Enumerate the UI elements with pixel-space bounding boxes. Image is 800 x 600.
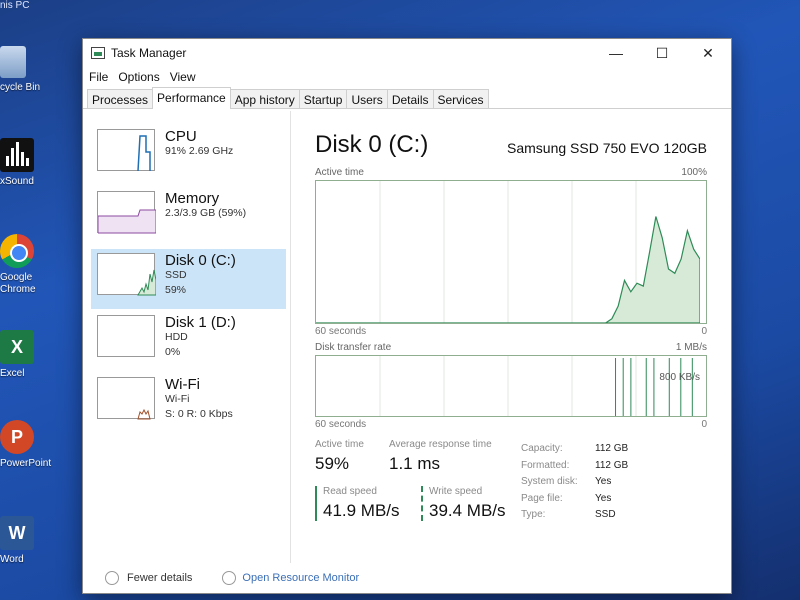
minimize-button[interactable]: — bbox=[593, 39, 639, 67]
transfer-rate-mid-label: 800 KB/s bbox=[659, 372, 700, 383]
desktop-pc-label: nis PC bbox=[0, 0, 30, 11]
menu-view[interactable]: View bbox=[170, 70, 196, 84]
desktop-icon-powerpoint[interactable]: P PowerPoint bbox=[0, 420, 60, 469]
window-title: Task Manager bbox=[111, 46, 187, 60]
resource-item-wifi[interactable]: Wi-Fi Wi-Fi S: 0 R: 0 Kbps bbox=[91, 373, 286, 433]
footer-bar: Fewer details Open Resource Monitor bbox=[83, 563, 731, 593]
maximize-button[interactable]: ☐ bbox=[639, 39, 685, 67]
transfer-rate-chart bbox=[379, 356, 693, 416]
powerpoint-icon: P bbox=[0, 420, 34, 454]
network-graph-icon bbox=[97, 377, 155, 420]
tab-strip: Processes Performance App history Startu… bbox=[83, 87, 731, 109]
memory-graph-icon bbox=[97, 191, 156, 234]
recycle-bin-icon bbox=[0, 46, 26, 78]
active-time-max-label: 100% bbox=[681, 167, 707, 178]
transfer-rate-graph: 800 KB/s bbox=[315, 355, 707, 417]
chevron-up-icon bbox=[105, 571, 119, 585]
stat-avg-response: Average response time 1.1 ms bbox=[389, 439, 492, 473]
disk-graph-icon bbox=[97, 315, 155, 357]
word-icon: W bbox=[0, 516, 34, 550]
active-time-label: Active time bbox=[315, 167, 364, 178]
menu-bar: File Options View bbox=[83, 67, 731, 87]
title-bar[interactable]: Task Manager — ☐ ✕ bbox=[83, 39, 731, 67]
page-file-value: Yes bbox=[595, 492, 612, 504]
type-value: SSD bbox=[595, 509, 616, 520]
system-disk-value: Yes bbox=[595, 476, 612, 487]
menu-options[interactable]: Options bbox=[118, 70, 159, 84]
cpu-graph-icon bbox=[97, 129, 155, 172]
resource-item-memory[interactable]: Memory 2.3/3.9 GB (59%) bbox=[91, 187, 286, 247]
capacity-value: 112 GB bbox=[595, 443, 629, 454]
transfer-rate-label: Disk transfer rate bbox=[315, 342, 392, 353]
tab-startup[interactable]: Startup bbox=[298, 89, 348, 108]
active-time-axis-left: 60 seconds bbox=[315, 326, 367, 337]
disk-graph-icon bbox=[97, 253, 156, 296]
close-button[interactable]: ✕ bbox=[685, 39, 731, 67]
desktop-icon-xsound[interactable]: xSound bbox=[0, 138, 60, 187]
sound-bars-icon bbox=[0, 138, 34, 172]
transfer-rate-max-label: 1 MB/s bbox=[675, 342, 707, 353]
resource-item-cpu[interactable]: CPU 91% 2.69 GHz bbox=[91, 125, 286, 185]
stat-read-speed: Read speed 41.9 MB/s bbox=[315, 486, 421, 521]
desktop-icon-word[interactable]: W Word bbox=[0, 516, 60, 565]
task-manager-window: Task Manager — ☐ ✕ File Options View Pro… bbox=[82, 38, 732, 594]
transfer-axis-left: 60 seconds bbox=[315, 419, 367, 430]
tab-services[interactable]: Services bbox=[432, 89, 489, 108]
tab-processes[interactable]: Processes bbox=[87, 89, 154, 108]
tab-users[interactable]: Users bbox=[346, 89, 388, 108]
stat-write-speed: Write speed 39.4 MB/s bbox=[421, 486, 527, 521]
active-time-graph bbox=[315, 180, 707, 324]
tab-details[interactable]: Details bbox=[386, 89, 434, 108]
desktop-icon-chrome[interactable]: Google Chrome bbox=[0, 234, 60, 296]
resource-item-disk0[interactable]: Disk 0 (C:) SSD 59% bbox=[91, 249, 286, 309]
excel-icon: X bbox=[0, 330, 34, 364]
desktop-icon-excel[interactable]: X Excel bbox=[0, 330, 60, 379]
menu-file[interactable]: File bbox=[89, 70, 108, 84]
fewer-details-button[interactable]: Fewer details bbox=[105, 571, 192, 585]
tab-performance[interactable]: Performance bbox=[152, 87, 231, 109]
stat-active-time: Active time 59% bbox=[315, 439, 364, 473]
resource-monitor-icon bbox=[222, 571, 237, 585]
tab-app-history[interactable]: App history bbox=[229, 89, 300, 108]
disk-model: Samsung SSD 750 EVO 120GB bbox=[507, 140, 707, 156]
disk-title: Disk 0 (C:) bbox=[315, 131, 429, 158]
desktop-icon-recycle-bin[interactable]: cycle Bin bbox=[0, 46, 60, 93]
open-resource-monitor-link[interactable]: Open Resource Monitor bbox=[222, 571, 359, 585]
active-time-axis-right: 0 bbox=[701, 326, 707, 337]
active-time-chart bbox=[316, 181, 700, 323]
resource-item-disk1[interactable]: Disk 1 (D:) HDD 0% bbox=[91, 311, 286, 371]
formatted-value: 112 GB bbox=[595, 459, 629, 471]
resource-list: CPU 91% 2.69 GHz Memory 2.3/3.9 GB (59%) bbox=[83, 111, 291, 563]
disk-detail-pane: Disk 0 (C:) Samsung SSD 750 EVO 120GB Ac… bbox=[291, 111, 731, 563]
transfer-axis-right: 0 bbox=[701, 419, 707, 430]
chrome-icon bbox=[0, 234, 34, 268]
task-manager-icon bbox=[91, 47, 105, 59]
disk-properties: Capacity: 112 GB Formatted: 112 GB System … bbox=[521, 443, 628, 526]
